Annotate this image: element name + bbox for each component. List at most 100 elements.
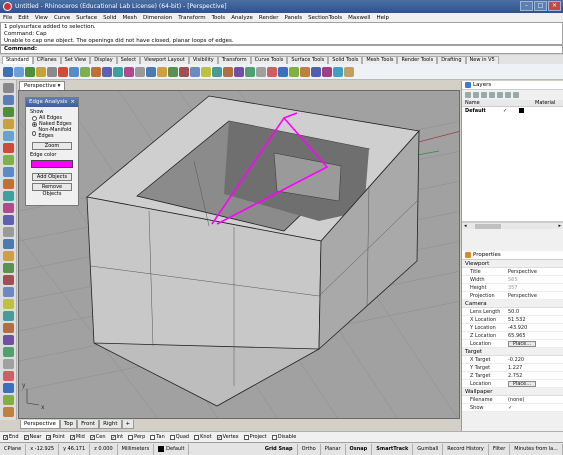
- property-value[interactable]: 65.965: [506, 332, 563, 339]
- toolbar-tool-icon[interactable]: [333, 66, 343, 77]
- move-up-icon[interactable]: [489, 92, 495, 98]
- osnap-end[interactable]: ✓ End: [3, 434, 19, 440]
- toolbar-tab-cplanes[interactable]: CPlanes: [32, 56, 61, 64]
- layer-settings-icon[interactable]: [513, 92, 519, 98]
- scroll-left-icon[interactable]: ◂: [464, 223, 467, 229]
- toolbar-tab-select[interactable]: Select: [116, 56, 141, 64]
- left-tool-icon[interactable]: [2, 311, 14, 321]
- menu-render[interactable]: Render: [259, 15, 279, 21]
- toolbar-tool-icon[interactable]: [157, 66, 167, 77]
- place-button-label[interactable]: Place...: [508, 381, 536, 387]
- add-viewport-tab[interactable]: +: [121, 420, 135, 429]
- left-tool-icon[interactable]: [2, 251, 14, 261]
- move-down-icon[interactable]: [497, 92, 503, 98]
- left-tool-icon[interactable]: [2, 95, 14, 105]
- toolbar-tool-icon[interactable]: [278, 66, 288, 77]
- toolbar-tab-render-tools[interactable]: Render Tools: [397, 56, 438, 64]
- toolbar-tool-icon[interactable]: [267, 66, 277, 77]
- osnap-checkbox[interactable]: ✓: [110, 434, 116, 440]
- osnap-perp[interactable]: Perp: [128, 434, 145, 440]
- toolbar-tab-transform[interactable]: Transform: [217, 56, 251, 64]
- edge-analysis-close-icon[interactable]: ×: [70, 98, 75, 107]
- perspective-viewport[interactable]: y x: [18, 90, 460, 419]
- left-tool-icon[interactable]: [2, 83, 14, 93]
- osnap-tan[interactable]: Tan: [150, 434, 165, 440]
- osnap-checkbox[interactable]: ✓: [23, 434, 29, 440]
- left-tool-icon[interactable]: [2, 107, 14, 117]
- place-button[interactable]: Place...: [506, 340, 563, 347]
- toolbar-tool-icon[interactable]: [47, 66, 57, 77]
- menu-maxwell[interactable]: Maxwell: [348, 15, 370, 21]
- left-tool-icon[interactable]: [2, 167, 14, 177]
- osnap-checkbox[interactable]: ✓: [3, 434, 8, 440]
- menu-edit[interactable]: Edit: [18, 15, 29, 21]
- toolbar-tool-icon[interactable]: [201, 66, 211, 77]
- status-layer[interactable]: Default: [154, 443, 190, 455]
- property-value[interactable]: Perspective: [506, 292, 563, 299]
- osnap-knot[interactable]: Knot: [194, 434, 212, 440]
- toolbar-tool-icon[interactable]: [91, 66, 101, 77]
- menu-analyze[interactable]: Analyze: [231, 15, 253, 21]
- osnap-checkbox[interactable]: [271, 434, 277, 440]
- left-tool-icon[interactable]: [2, 323, 14, 333]
- toolbar-tool-icon[interactable]: [190, 66, 200, 77]
- property-value[interactable]: (none): [506, 396, 563, 403]
- toolbar-tab-drafting[interactable]: Drafting: [437, 56, 466, 64]
- toolbar-tool-icon[interactable]: [113, 66, 123, 77]
- left-tool-icon[interactable]: [2, 203, 14, 213]
- toolbar-tab-new-in-v5[interactable]: New in V5: [465, 56, 499, 64]
- menu-tools[interactable]: Tools: [212, 15, 226, 21]
- toolbar-tab-solid-tools[interactable]: Solid Tools: [328, 56, 363, 64]
- property-value[interactable]: 2.752: [506, 372, 563, 379]
- left-tool-icon[interactable]: [2, 335, 14, 345]
- toolbar-tool-icon[interactable]: [289, 66, 299, 77]
- left-tool-icon[interactable]: [2, 143, 14, 153]
- layers-panel-header[interactable]: Layers: [462, 81, 563, 90]
- place-button[interactable]: Place...: [506, 380, 563, 387]
- toolbar-tool-icon[interactable]: [80, 66, 90, 77]
- toolbar-tab-standard[interactable]: Standard: [2, 56, 33, 64]
- status-toggle-gumball[interactable]: Gumball: [413, 443, 444, 455]
- layer-color-swatch[interactable]: [519, 108, 524, 113]
- radio-non-manifold-edges[interactable]: Non-Manifold Edges: [26, 127, 78, 139]
- maximize-button[interactable]: □: [534, 1, 547, 11]
- toolbar-tool-icon[interactable]: [135, 66, 145, 77]
- menu-surface[interactable]: Surface: [76, 15, 97, 21]
- left-tool-icon[interactable]: [2, 383, 14, 393]
- place-button-label[interactable]: Place...: [508, 341, 536, 347]
- menu-sectiontools[interactable]: SectionTools: [308, 15, 342, 21]
- osnap-disable[interactable]: Disable: [271, 434, 296, 440]
- toolbar-tab-viewport-layout[interactable]: Viewport Layout: [140, 56, 189, 64]
- command-prompt-input[interactable]: Command:: [0, 45, 563, 54]
- left-tool-icon[interactable]: [2, 179, 14, 189]
- osnap-checkbox[interactable]: [150, 434, 156, 440]
- osnap-near[interactable]: ✓ Near: [23, 434, 41, 440]
- status-toggle-minutes-from-la[interactable]: Minutes from la...: [510, 443, 563, 455]
- add-objects-button[interactable]: Add Objects: [32, 173, 72, 181]
- menu-curve[interactable]: Curve: [54, 15, 70, 21]
- layer-row[interactable]: Default ✓: [462, 107, 563, 115]
- property-value[interactable]: -0.220: [506, 356, 563, 363]
- viewport-tab-right[interactable]: Right: [99, 420, 122, 429]
- zoom-button[interactable]: Zoom: [32, 142, 72, 150]
- toolbar-tool-icon[interactable]: [234, 66, 244, 77]
- close-button[interactable]: ✕: [548, 1, 561, 11]
- osnap-checkbox[interactable]: [194, 434, 200, 440]
- property-value[interactable]: 50.0: [506, 308, 563, 315]
- property-value[interactable]: -43.920: [506, 324, 563, 331]
- osnap-checkbox[interactable]: ✓: [69, 434, 75, 440]
- new-layer-icon[interactable]: [465, 92, 471, 98]
- left-tool-icon[interactable]: [2, 263, 14, 273]
- osnap-checkbox[interactable]: [169, 434, 175, 440]
- property-value[interactable]: 51.532: [506, 316, 563, 323]
- osnap-checkbox[interactable]: ✓: [89, 434, 95, 440]
- new-sublayer-icon[interactable]: [473, 92, 479, 98]
- menu-mesh[interactable]: Mesh: [123, 15, 137, 21]
- minimize-button[interactable]: –: [520, 1, 533, 11]
- scroll-thumb[interactable]: [474, 223, 501, 229]
- left-tool-icon[interactable]: [2, 407, 14, 417]
- left-tool-icon[interactable]: [2, 275, 14, 285]
- toolbar-tab-set-view[interactable]: Set View: [60, 56, 91, 64]
- toolbar-tool-icon[interactable]: [311, 66, 321, 77]
- property-value[interactable]: Perspective: [506, 268, 563, 275]
